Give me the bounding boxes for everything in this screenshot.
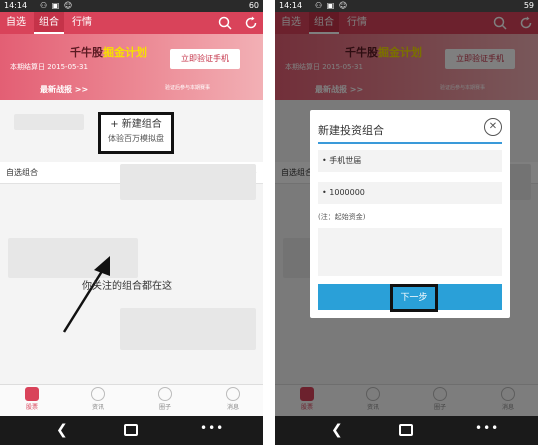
system-nav-bar: ❮ ••• [275,416,538,445]
verify-phone-button[interactable]: 立即验证手机 [170,49,240,69]
portfolio-name-field[interactable]: • 手机世届 [318,150,502,172]
banner-title: 千牛股掘金计划 [70,44,147,60]
description-field[interactable] [318,228,502,276]
message-icon [226,387,240,401]
back-icon[interactable]: ❮ [331,422,343,438]
annotation-arrow-icon [62,256,110,333]
battery-level: 59 [523,1,534,10]
home-icon[interactable] [399,424,413,436]
tab-news-label: 资讯 [91,404,104,411]
status-time: 14:14 [4,1,28,10]
menu-icon[interactable]: ••• [475,421,499,435]
new-portfolio-button[interactable]: + 新建组合 体验百万模拟盘 [98,112,174,154]
bottom-tab-bar: 股票 资讯 圈子 消息 [0,384,263,416]
tab-watchlist[interactable]: 自选 [6,12,26,34]
tutorial-screenshot: 14:14 ⚇ ▣ ☺ 60 自选 组合 行情 千牛股掘金计划 本期结算日 20… [0,0,538,445]
app-header: 自选 组合 行情 [0,12,263,34]
tab-messages-label: 消息 [226,404,239,411]
capital-note: (注：起始资金) [318,213,366,221]
status-bar: 14:14 ⚇ ▣ ☺ 59 [275,0,538,12]
tab-market[interactable]: 行情 [72,12,92,34]
tab-circle[interactable]: 圈子 [145,387,185,411]
banner-date: 本期结算日 2015-05-31 [10,63,88,71]
banner-title-brand: 千牛股 [70,46,103,59]
divider [318,142,502,144]
search-icon[interactable] [218,16,232,30]
battery-level: 60 [248,1,259,10]
chart-icon [25,387,39,401]
tab-messages[interactable]: 消息 [213,387,253,411]
blurred-area [14,114,84,130]
new-portfolio-dialog: 新建投资组合 ✕ • 手机世届 • 1000000 (注：起始资金) 下一步 [310,110,510,318]
system-nav-bar: ❮ ••• [0,416,263,445]
initial-capital-field[interactable]: • 1000000 [318,182,502,204]
next-step-label: 下一步 [390,284,438,312]
tab-portfolio[interactable]: 组合 [34,12,64,34]
circle-icon [158,387,172,401]
banner-notice: 验证后参与本期赛事 [165,85,211,91]
dialog-title: 新建投资组合 [318,124,384,137]
section-title: 自选组合 [6,168,38,177]
banner-title-plan: 掘金计划 [103,46,147,59]
status-time: 14:14 [279,1,303,10]
tab-news[interactable]: 资讯 [78,387,118,411]
tab-stocks-label: 股票 [25,404,38,411]
new-portfolio-subtitle: 体验百万模拟盘 [108,134,164,143]
next-step-button[interactable]: 下一步 [318,284,502,312]
left-phone-screen: 14:14 ⚇ ▣ ☺ 60 自选 组合 行情 千牛股掘金计划 本期结算日 20… [0,0,263,445]
status-bar: 14:14 ⚇ ▣ ☺ 60 [0,0,263,12]
status-icons: ⚇ ▣ ☺ [40,1,74,10]
portfolio-content: + 新建组合 体验百万模拟盘 自选组合 > 你关注的组合都在这 [0,100,263,384]
latest-report-link[interactable]: 最新战报 >> [40,84,88,95]
refresh-icon[interactable] [244,16,258,30]
right-phone-screen: 14:14 ⚇ ▣ ☺ 59 自选 组合 行情 千牛股掘金计划 本期结算日 20… [275,0,538,445]
clock-icon [91,387,105,401]
new-portfolio-label: + 新建组合 [110,119,162,130]
blurred-area [120,308,256,350]
close-icon[interactable]: ✕ [484,118,502,136]
menu-icon[interactable]: ••• [200,421,224,435]
blurred-area [120,164,256,200]
tab-stocks[interactable]: 股票 [12,387,52,411]
back-icon[interactable]: ❮ [56,422,68,438]
home-icon[interactable] [124,424,138,436]
promo-banner[interactable]: 千牛股掘金计划 本期结算日 2015-05-31 立即验证手机 验证后参与本期赛… [0,34,263,100]
tab-circle-label: 圈子 [158,404,171,411]
status-icons: ⚇ ▣ ☺ [315,1,349,10]
empty-state-text: 你关注的组合都在这 [82,281,172,292]
